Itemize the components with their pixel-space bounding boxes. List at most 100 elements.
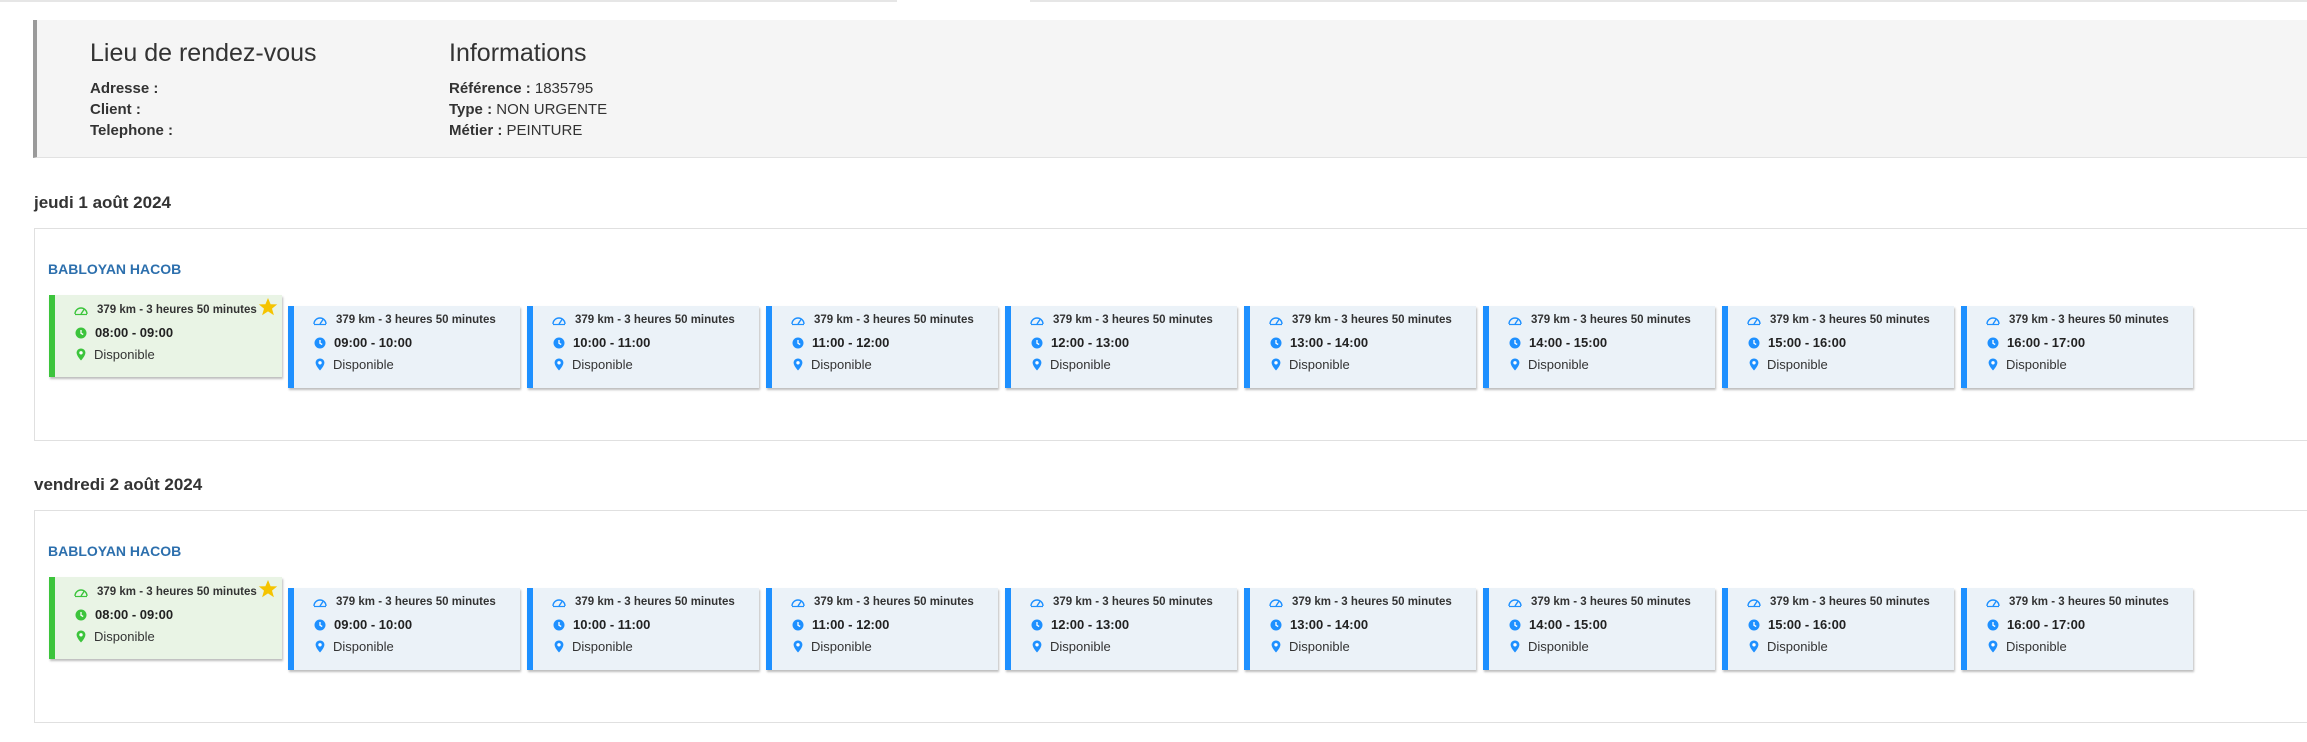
slot-distance: 379 km - 3 heures 50 minutes: [1053, 314, 1213, 326]
map-pin-icon: [1032, 358, 1042, 371]
slot-card[interactable]: 379 km - 3 heures 50 minutes 10:00 - 11:0…: [527, 588, 759, 670]
speedometer-icon: [1508, 599, 1522, 608]
slot-status: Disponible: [1050, 357, 1111, 372]
slot-card[interactable]: 379 km - 3 heures 50 minutes 14:00 - 15:0…: [1483, 588, 1715, 670]
slot-distance: 379 km - 3 heures 50 minutes: [2009, 596, 2169, 608]
slot-status-line: Disponible: [554, 357, 633, 372]
slot-time: 08:00 - 09:00: [95, 325, 174, 340]
slot-status-line: Disponible: [793, 357, 872, 372]
slot-status-line: Disponible: [315, 357, 394, 372]
slot-card[interactable]: 379 km - 3 heures 50 minutes 13:00 - 14:0…: [1244, 588, 1476, 670]
slot-card[interactable]: 379 km - 3 heures 50 minutes 09:00 - 10:0…: [288, 306, 520, 388]
slot-status: Disponible: [1050, 639, 1111, 654]
slot-distance: 379 km - 3 heures 50 minutes: [575, 596, 735, 608]
type-row: Type : NON URGENTE: [449, 101, 608, 118]
slot-time-line: 16:00 - 17:00: [1987, 617, 2085, 632]
day-date-title: jeudi 1 août 2024: [34, 193, 171, 212]
slot-time: 15:00 - 16:00: [1768, 335, 1847, 350]
slot-card[interactable]: 379 km - 3 heures 50 minutes 16:00 - 17:0…: [1961, 588, 2193, 670]
slot-distance: 379 km - 3 heures 50 minutes: [336, 314, 496, 326]
slot-card[interactable]: 379 km - 3 heures 50 minutes 11:00 - 12:0…: [766, 306, 998, 388]
slot-time-line: 13:00 - 14:00: [1270, 335, 1368, 350]
slot-card[interactable]: 379 km - 3 heures 50 minutes 12:00 - 13:0…: [1005, 306, 1237, 388]
map-pin-icon: [1271, 358, 1281, 371]
slot-distance-line: 379 km - 3 heures 50 minutes: [1268, 596, 1452, 608]
slot-time-line: 14:00 - 15:00: [1509, 617, 1607, 632]
slot-time: 11:00 - 12:00: [812, 617, 890, 632]
map-pin-icon: [1749, 640, 1759, 653]
slot-card[interactable]: 379 km - 3 heures 50 minutes 13:00 - 14:0…: [1244, 306, 1476, 388]
slot-distance: 379 km - 3 heures 50 minutes: [1531, 314, 1691, 326]
slot-time: 16:00 - 17:00: [2007, 335, 2086, 350]
slot-time-line: 09:00 - 10:00: [314, 335, 412, 350]
slot-card-best[interactable]: 379 km - 3 heures 50 minutes 08:00 - 09:0…: [49, 577, 282, 659]
slot-card[interactable]: 379 km - 3 heures 50 minutes 10:00 - 11:0…: [527, 306, 759, 388]
slot-distance: 379 km - 3 heures 50 minutes: [97, 304, 257, 316]
slot-time-line: 09:00 - 10:00: [314, 617, 412, 632]
slot-time-line: 13:00 - 14:00: [1270, 617, 1368, 632]
slot-status: Disponible: [1289, 639, 1350, 654]
slot-distance-line: 379 km - 3 heures 50 minutes: [551, 596, 735, 608]
address-row: Adresse :: [90, 80, 159, 97]
slot-card[interactable]: 379 km - 3 heures 50 minutes 12:00 - 13:0…: [1005, 588, 1237, 670]
slot-card[interactable]: 379 km - 3 heures 50 minutes 11:00 - 12:0…: [766, 588, 998, 670]
slot-status-line: Disponible: [1988, 357, 2067, 372]
speedometer-icon: [1030, 317, 1044, 326]
slot-status: Disponible: [1289, 357, 1350, 372]
slot-card[interactable]: 379 km - 3 heures 50 minutes 16:00 - 17:0…: [1961, 306, 2193, 388]
slot-time: 09:00 - 10:00: [334, 335, 413, 350]
slot-card[interactable]: 379 km - 3 heures 50 minutes 09:00 - 10:0…: [288, 588, 520, 670]
day-schedule-box: BABLOYAN HACOB 379 km - 3 heures 50 minut…: [34, 228, 2307, 441]
slot-distance: 379 km - 3 heures 50 minutes: [2009, 314, 2169, 326]
slot-time-line: 10:00 - 11:00: [553, 335, 650, 350]
map-pin-icon: [1032, 640, 1042, 653]
slot-card[interactable]: 379 km - 3 heures 50 minutes 15:00 - 16:0…: [1722, 588, 1954, 670]
speedometer-icon: [74, 307, 88, 316]
slot-status: Disponible: [1767, 357, 1828, 372]
slot-card-best[interactable]: 379 km - 3 heures 50 minutes 08:00 - 09:0…: [49, 295, 282, 377]
slot-status-line: Disponible: [554, 639, 633, 654]
slot-card[interactable]: 379 km - 3 heures 50 minutes 15:00 - 16:0…: [1722, 306, 1954, 388]
slot-distance: 379 km - 3 heures 50 minutes: [1770, 596, 1930, 608]
map-pin-icon: [1988, 358, 1998, 371]
clock-icon: [1748, 337, 1760, 348]
location-section: Lieu de rendez-vous Adresse : Client : T…: [90, 38, 317, 141]
slot-time-line: 12:00 - 13:00: [1031, 335, 1129, 350]
slot-distance: 379 km - 3 heures 50 minutes: [1770, 314, 1930, 326]
map-pin-icon: [793, 358, 803, 371]
clock-icon: [75, 327, 87, 338]
speedometer-icon: [1747, 317, 1761, 326]
phone-row: Telephone :: [90, 122, 174, 139]
star-icon: [258, 580, 278, 598]
slot-status-line: Disponible: [1988, 639, 2067, 654]
slot-distance-line: 379 km - 3 heures 50 minutes: [73, 586, 257, 598]
slot-distance: 379 km - 3 heures 50 minutes: [1292, 314, 1452, 326]
technician-name[interactable]: BABLOYAN HACOB: [48, 543, 181, 559]
technician-name[interactable]: BABLOYAN HACOB: [48, 261, 181, 277]
slot-status-line: Disponible: [1032, 357, 1111, 372]
slot-distance-line: 379 km - 3 heures 50 minutes: [551, 314, 735, 326]
slot-status: Disponible: [1528, 357, 1589, 372]
slot-time-line: 16:00 - 17:00: [1987, 335, 2085, 350]
speedometer-icon: [74, 589, 88, 598]
speedometer-icon: [791, 317, 805, 326]
slot-status-line: Disponible: [1271, 639, 1350, 654]
slot-distance-line: 379 km - 3 heures 50 minutes: [312, 596, 496, 608]
slot-status: Disponible: [811, 639, 872, 654]
slot-time-line: 11:00 - 12:00: [792, 335, 889, 350]
slot-distance-line: 379 km - 3 heures 50 minutes: [1985, 314, 2169, 326]
slot-time-line: 08:00 - 09:00: [75, 607, 173, 622]
speedometer-icon: [1269, 317, 1283, 326]
slot-status: Disponible: [1528, 639, 1589, 654]
active-tab[interactable]: [897, 0, 1030, 2]
slot-time: 08:00 - 09:00: [95, 607, 174, 622]
slot-status: Disponible: [333, 357, 394, 372]
slot-time-line: 10:00 - 11:00: [553, 617, 650, 632]
slot-distance-line: 379 km - 3 heures 50 minutes: [1746, 314, 1930, 326]
map-pin-icon: [554, 640, 564, 653]
map-pin-icon: [76, 348, 86, 361]
clock-icon: [1031, 337, 1043, 348]
slot-card[interactable]: 379 km - 3 heures 50 minutes 14:00 - 15:0…: [1483, 306, 1715, 388]
day-schedule-box: BABLOYAN HACOB 379 km - 3 heures 50 minut…: [34, 510, 2307, 723]
slot-status-line: Disponible: [1032, 639, 1111, 654]
